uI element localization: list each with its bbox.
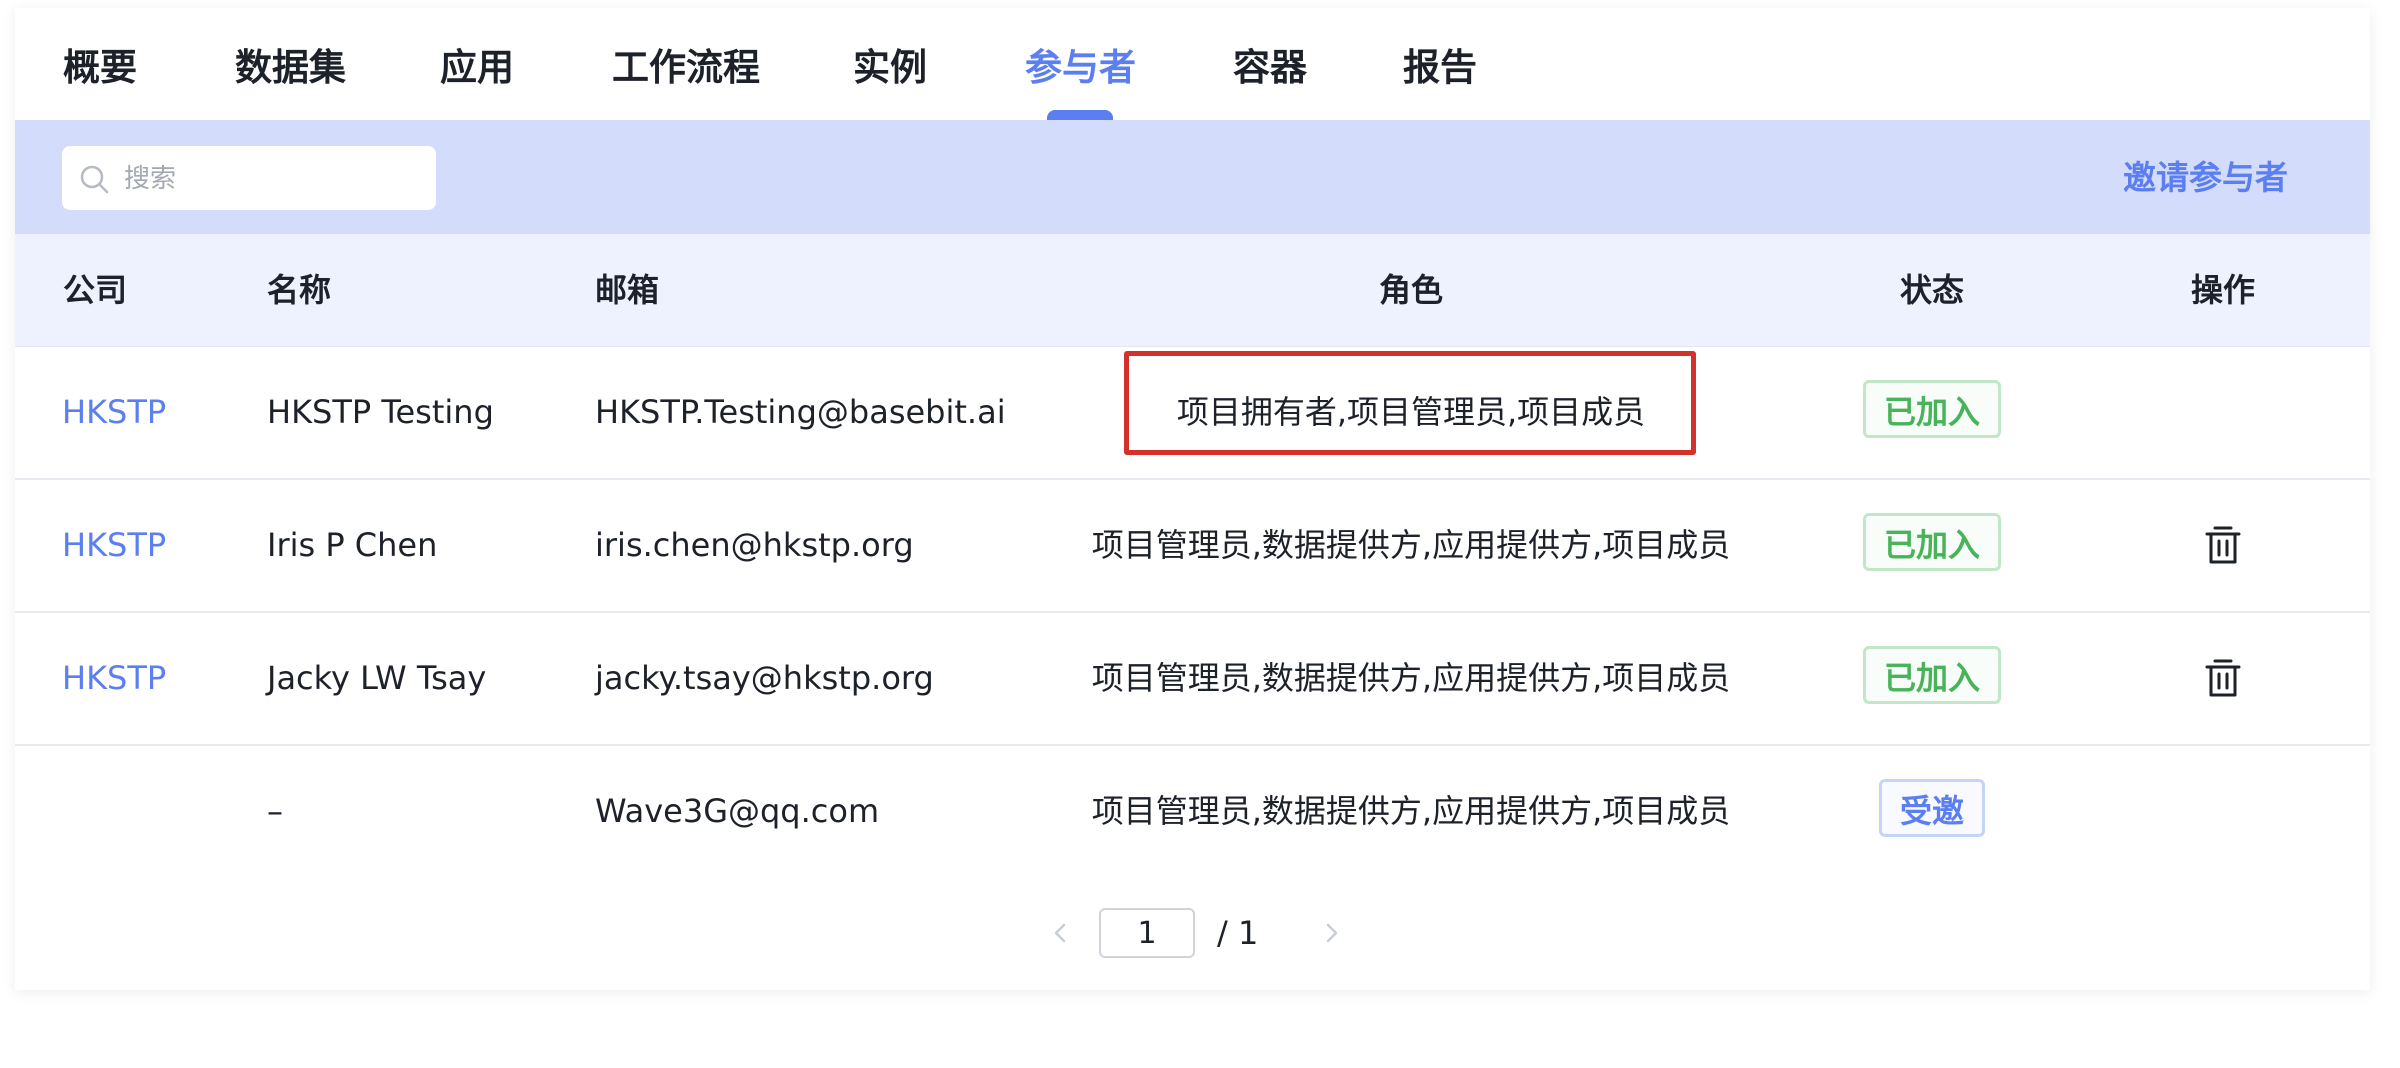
status-badge: 已加入 (1862, 513, 2002, 571)
tab-participants[interactable]: 参与者 (1025, 38, 1136, 98)
participant-email: iris.chen@hkstp.org (595, 526, 914, 564)
pagination: / 1 (15, 908, 2370, 958)
company-link[interactable]: HKSTP (62, 347, 166, 478)
column-header-role: 角色 (1378, 271, 1444, 309)
participant-roles: 项目拥有者,项目管理员,项目成员 (1176, 393, 1646, 431)
table-row: HKSTP HKSTP Testing HKSTP.Testing@basebi… (15, 347, 2370, 480)
participant-email: HKSTP.Testing@basebit.ai (595, 393, 1006, 431)
table-row: – Wave3G@qq.com 项目管理员,数据提供方,应用提供方,项目成员 受… (15, 746, 2370, 877)
participant-name: Iris P Chen (267, 526, 438, 564)
participant-name: Jacky LW Tsay (267, 659, 487, 697)
tab-applications[interactable]: 应用 (440, 38, 514, 98)
status-badge: 已加入 (1862, 380, 2002, 438)
company-link[interactable]: HKSTP (62, 613, 166, 744)
column-header-name: 名称 (267, 271, 332, 309)
invite-participant-button[interactable]: 邀请参与者 (2123, 150, 2288, 206)
participant-email: Wave3G@qq.com (595, 792, 880, 830)
trash-icon[interactable] (2203, 657, 2243, 699)
participant-roles: 项目管理员,数据提供方,应用提供方,项目成员 (1091, 526, 1731, 564)
participant-name: – (267, 792, 283, 830)
column-header-company: 公司 (63, 271, 128, 309)
tab-bar: 概要 数据集 应用 工作流程 实例 参与者 容器 报告 (15, 8, 2370, 122)
table-header: 公司 名称 邮箱 角色 状态 操作 (15, 234, 2370, 347)
tab-overview[interactable]: 概要 (63, 38, 137, 98)
tab-datasets[interactable]: 数据集 (235, 38, 346, 98)
column-header-actions: 操作 (2190, 271, 2256, 309)
tab-reports[interactable]: 报告 (1403, 38, 1477, 98)
chevron-left-icon[interactable] (1045, 908, 1075, 958)
chevron-right-icon[interactable] (1317, 908, 1347, 958)
column-header-status: 状态 (1899, 271, 1965, 309)
search-input[interactable] (122, 146, 426, 212)
search-box[interactable] (62, 146, 436, 212)
participant-roles: 项目管理员,数据提供方,应用提供方,项目成员 (1091, 659, 1731, 697)
participant-name: HKSTP Testing (267, 393, 494, 431)
tab-workflows[interactable]: 工作流程 (612, 38, 760, 98)
table-row: HKSTP Iris P Chen iris.chen@hkstp.org 项目… (15, 480, 2370, 613)
page-number-input[interactable] (1099, 908, 1195, 958)
status-badge: 受邀 (1878, 779, 1986, 837)
participant-email: jacky.tsay@hkstp.org (595, 659, 934, 697)
page-total: / 1 (1217, 914, 1259, 952)
participant-roles: 项目管理员,数据提供方,应用提供方,项目成员 (1091, 792, 1731, 830)
company-link[interactable]: HKSTP (62, 480, 166, 611)
status-badge: 已加入 (1862, 646, 2002, 704)
column-header-email: 邮箱 (595, 271, 660, 309)
tab-containers[interactable]: 容器 (1233, 38, 1307, 98)
trash-icon[interactable] (2203, 524, 2243, 566)
table-row: HKSTP Jacky LW Tsay jacky.tsay@hkstp.org… (15, 613, 2370, 746)
search-icon (80, 165, 109, 194)
participants-panel: 概要 数据集 应用 工作流程 实例 参与者 容器 报告 邀请参与者 公司 名称 … (15, 8, 2370, 990)
toolbar: 邀请参与者 (15, 120, 2370, 234)
tab-instances[interactable]: 实例 (853, 38, 927, 98)
